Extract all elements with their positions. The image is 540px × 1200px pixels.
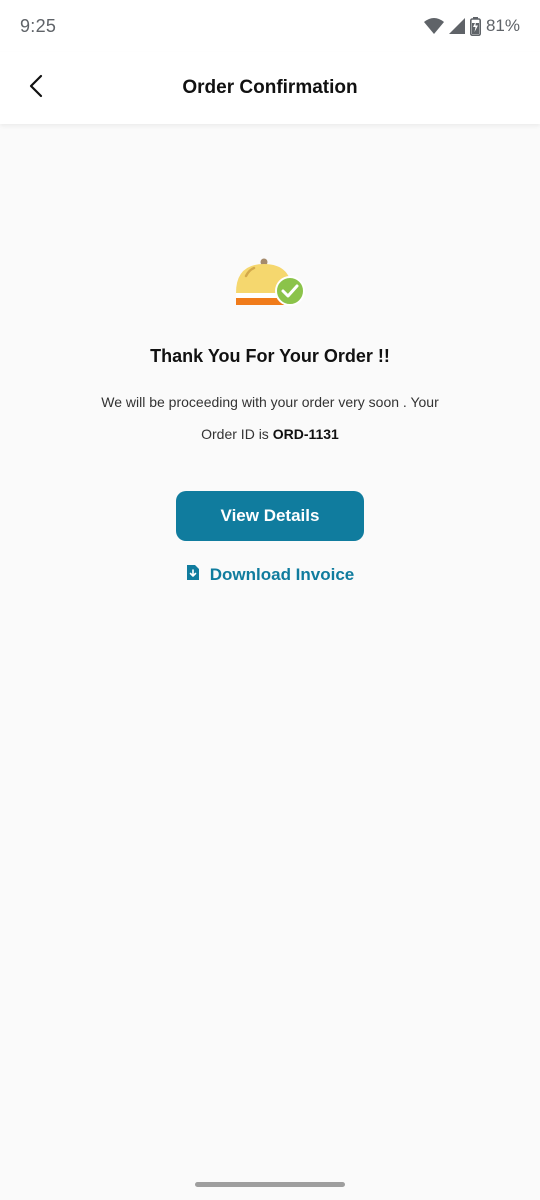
view-details-label: View Details: [220, 506, 320, 525]
app-bar: Order Confirmation: [0, 52, 540, 124]
battery-percent: 81%: [485, 16, 520, 35]
confirmation-message: We will be proceeding with your order ve…: [70, 386, 470, 450]
status-bar: 9:25 81%: [0, 0, 540, 52]
order-id: ORD-1131: [272, 426, 339, 442]
download-invoice-link[interactable]: Download Invoice: [0, 564, 540, 586]
wifi-icon: [423, 17, 444, 35]
battery-icon: [469, 16, 481, 36]
thank-you-title: Thank You For Your Order !!: [150, 346, 390, 366]
status-time: 9:25: [20, 16, 57, 36]
message-line-2: Order ID is ORD-1131: [70, 418, 470, 450]
view-details-button[interactable]: View Details: [176, 491, 364, 541]
food-cloche-check-icon: [232, 254, 308, 310]
message-line-1: We will be proceeding with your order ve…: [101, 394, 439, 410]
status-icons: 81%: [423, 16, 520, 36]
page-title: Order Confirmation: [182, 77, 358, 98]
file-download-icon: [186, 564, 200, 586]
home-indicator[interactable]: [195, 1182, 345, 1187]
download-invoice-label: Download Invoice: [209, 565, 355, 584]
signal-icon: [448, 17, 466, 35]
order-id-prefix: Order ID is: [201, 426, 269, 442]
